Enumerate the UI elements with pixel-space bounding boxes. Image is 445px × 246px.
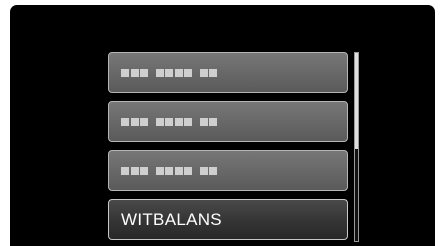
menu-item-label: WITBALANS [121, 210, 222, 229]
menu-item-placeholder-text [121, 167, 219, 175]
menu-scrollbar[interactable] [354, 52, 359, 242]
menu-item-placeholder-text [121, 118, 219, 126]
menu-item-witbalans[interactable]: WITBALANS [108, 199, 348, 240]
menu-item-3[interactable] [108, 150, 348, 191]
menu-item-1[interactable] [108, 52, 348, 93]
menu-item-2[interactable] [108, 101, 348, 142]
menu-item-placeholder-text [121, 69, 219, 77]
scroll-thumb[interactable] [355, 53, 358, 149]
camera-menu-screen: WITBALANS [10, 5, 435, 246]
